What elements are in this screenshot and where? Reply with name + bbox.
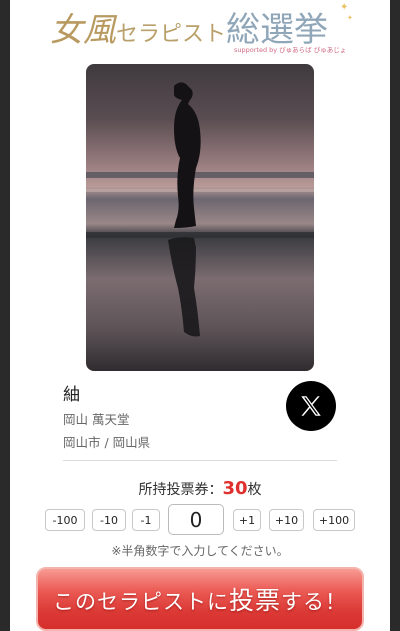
x-logo-icon: [301, 396, 321, 416]
ticket-balance: 所持投票券：30枚: [10, 478, 390, 499]
minus-10-button[interactable]: -10: [92, 509, 126, 531]
vote-button-label: このセラピストに投票する！: [53, 581, 347, 617]
vote-button-suffix: する！: [281, 590, 347, 614]
sparkle-icon: ✦: [340, 2, 349, 13]
therapist-name: 紬: [63, 385, 80, 405]
divider: [63, 460, 337, 461]
vote-button-emph: 投票: [228, 586, 281, 615]
election-logo: 女風セラピスト総選挙 ✦ ✦ supported by ぴゅあらば ぴゅあじょ: [48, 0, 353, 58]
sparkle-icon: ✦: [347, 14, 353, 22]
plus-1-button[interactable]: +1: [233, 509, 261, 531]
minus-100-button[interactable]: -100: [45, 509, 85, 531]
vote-page: 女風セラピスト総選挙 ✦ ✦ supported by ぴゅあらば ぴゅあじょ: [10, 0, 390, 631]
plus-10-button[interactable]: +10: [269, 509, 304, 531]
plus-100-button[interactable]: +100: [313, 509, 355, 531]
ticket-label: 所持投票券：: [138, 482, 223, 498]
vote-quantity-input[interactable]: [168, 504, 224, 535]
logo-tagline: supported by ぴゅあらば ぴゅあじょ: [234, 46, 347, 54]
therapist-shop: 岡山 萬天堂: [63, 412, 130, 427]
vote-button[interactable]: このセラピストに投票する！: [36, 567, 364, 631]
x-profile-link[interactable]: [286, 381, 336, 431]
ticket-count: 30: [222, 478, 248, 499]
therapist-location: 岡山市 / 岡山県: [63, 435, 151, 450]
vote-button-prefix: このセラピストに: [52, 590, 229, 614]
logo-title-part2: セラピスト: [116, 22, 227, 47]
minus-1-button[interactable]: -1: [132, 509, 160, 531]
therapist-photo: [86, 64, 314, 371]
ticket-unit: 枚: [247, 482, 262, 498]
input-note: ※半角数字で入力してください。: [111, 544, 289, 558]
logo-title-part1: 女風: [50, 10, 116, 49]
